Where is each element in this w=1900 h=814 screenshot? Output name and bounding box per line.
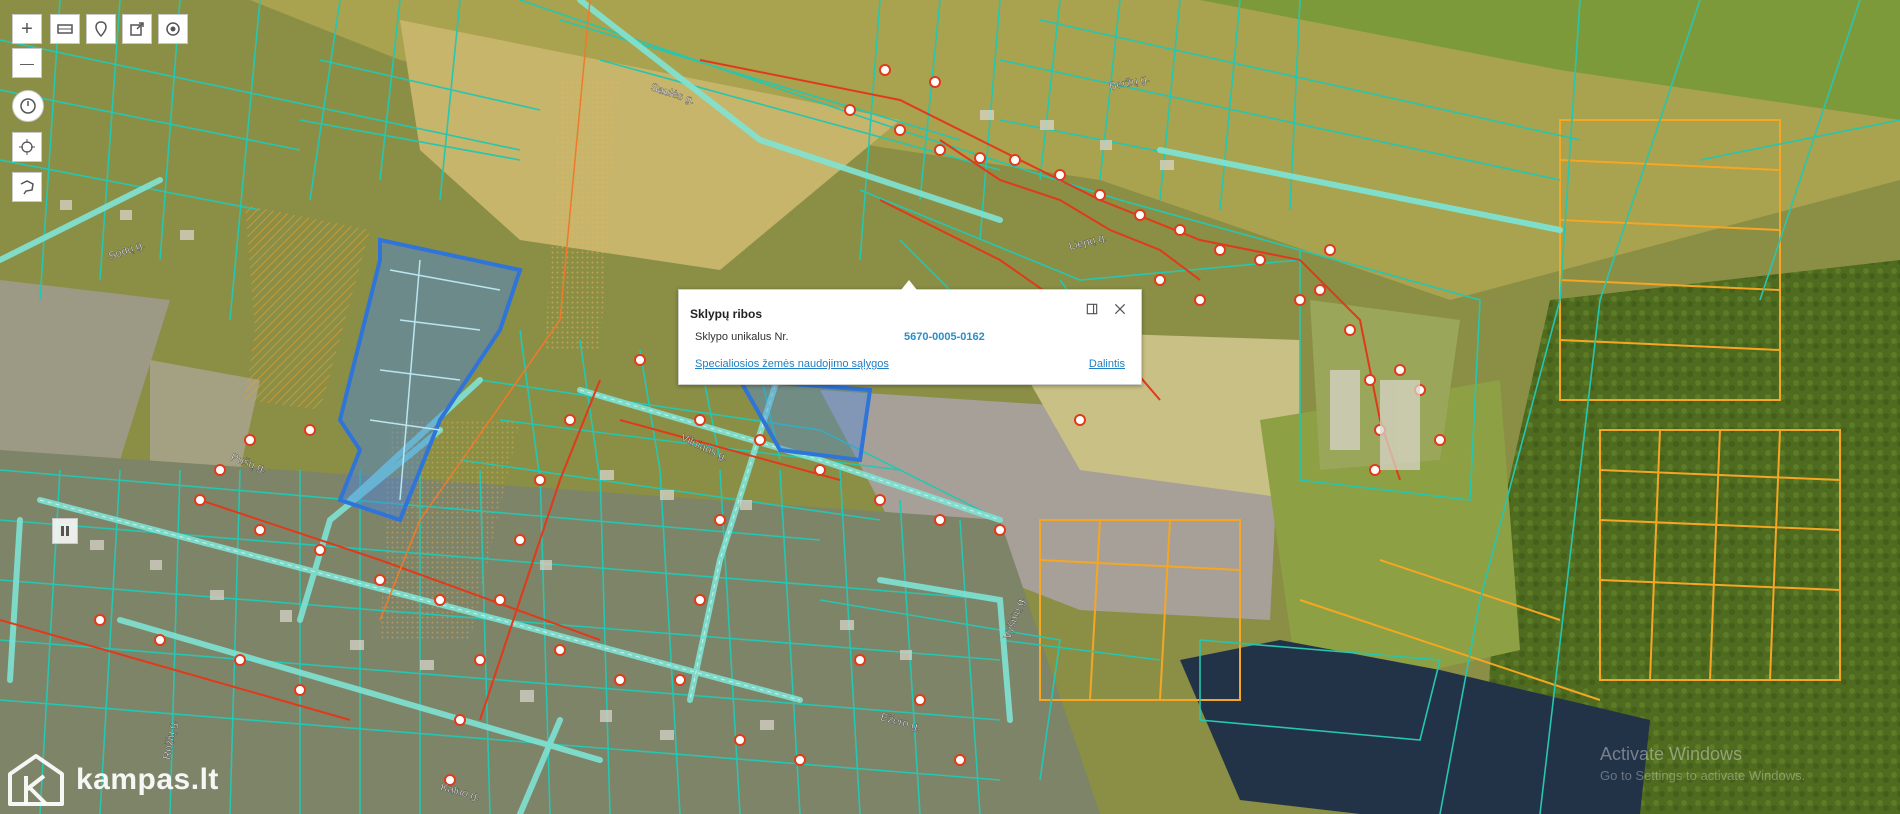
pin-button[interactable] [86,14,116,44]
measure-button[interactable] [12,90,44,122]
pause-icon [61,526,69,536]
popup-title: Sklypų ribos [690,307,763,321]
parcel-info-popup: Sklypų ribos Sklypo unikalus Nr. 5670-00… [678,280,1142,385]
zoom-in-button[interactable]: + [12,14,42,44]
crosshair-button[interactable] [12,132,42,162]
terrain-layer [0,0,1900,814]
map-pin-icon [95,21,107,38]
minus-icon: — [20,55,34,71]
cadastral-map[interactable]: Saulės g. Beržų g. Liepų g. Vilniaus g. … [0,0,1900,814]
share-icon [130,22,144,36]
export-button[interactable] [122,14,152,44]
lasso-icon [20,180,34,195]
popup-close-button[interactable] [1111,300,1129,318]
close-icon [1114,303,1126,315]
share-link[interactable]: Dalintis [1089,358,1125,370]
house-icon [8,754,64,806]
layers-icon [57,24,73,34]
polygon-select-button[interactable] [12,172,42,202]
brand-logo: kampas.lt [6,752,219,808]
brand-name: kampas.lt [76,763,219,796]
parcel-id-value[interactable]: 5670-0005-0162 [904,331,985,343]
popup-expand-button[interactable] [1083,300,1101,318]
parcel-id-label: Sklypo unikalus Nr. [695,331,789,343]
special-conditions-link[interactable]: Specialiosios žemės naudojimo sąlygos [695,358,889,370]
plus-icon: + [21,17,33,40]
crosshair-icon [19,139,35,155]
layers-button[interactable] [50,14,80,44]
locate-button[interactable] [158,14,188,44]
clock-icon [20,98,36,114]
target-icon [166,22,180,36]
expand-icon [1086,303,1098,315]
zoom-out-button[interactable]: — [12,48,42,78]
activation-watermark-subtitle: Go to Settings to activate Windows. [1600,768,1806,783]
activation-watermark-title: Activate Windows [1600,744,1743,764]
street-view-button[interactable] [52,518,78,544]
